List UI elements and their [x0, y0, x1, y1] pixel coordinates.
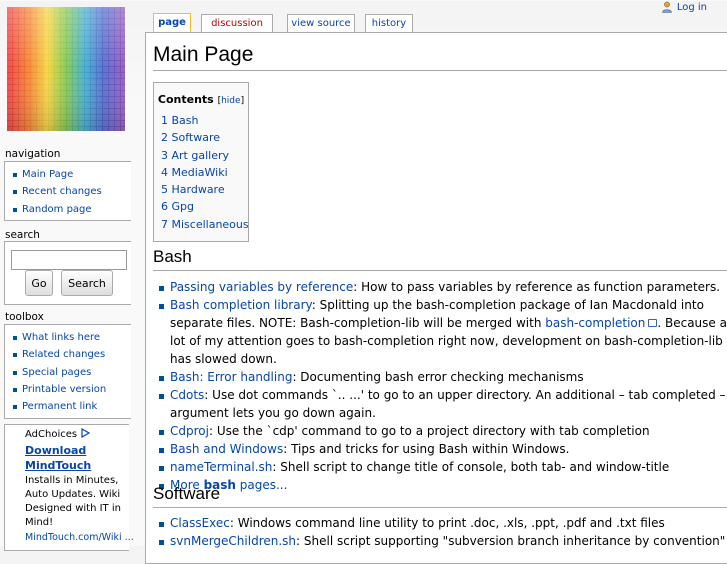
- list-item: ClassExec: Windows command line utility …: [158, 514, 727, 532]
- ad-title-link[interactable]: Download MindTouch: [25, 443, 125, 473]
- adchoices-icon: [81, 427, 91, 439]
- ad-box[interactable]: AdChoices Download MindTouch Installs in…: [4, 424, 134, 551]
- login-link[interactable]: Log in: [677, 2, 707, 13]
- content-area: Main Page Contents [hide] 1 Bash 2 Softw…: [145, 32, 727, 564]
- toc-item[interactable]: 6 Gpg: [161, 198, 248, 215]
- external-link[interactable]: bash-completion: [545, 316, 657, 330]
- sidebar-item-main-page[interactable]: Main Page: [11, 166, 131, 183]
- toolbox-title: toolbox: [5, 311, 44, 323]
- title-divider: [153, 70, 727, 71]
- toc-item[interactable]: 5 Hardware: [161, 181, 248, 198]
- list-item: svnMergeChildren.sh: Shell script suppor…: [158, 532, 727, 550]
- bash-link[interactable]: Cdots: [170, 388, 204, 402]
- sidebar-item-related-changes[interactable]: Related changes: [11, 346, 131, 363]
- toc-item[interactable]: 4 MediaWiki: [161, 164, 248, 181]
- section-divider: [153, 270, 727, 271]
- adchoices-label[interactable]: AdChoices: [25, 427, 91, 442]
- toolbox-portlet: What links here Related changes Special …: [4, 324, 131, 419]
- bash-link[interactable]: Bash completion library: [170, 298, 312, 312]
- search-input[interactable]: [11, 250, 127, 270]
- toc-heading: Contents: [157, 93, 214, 106]
- page-title: Main Page: [153, 43, 254, 66]
- sidebar-item-printable-version[interactable]: Printable version: [11, 381, 131, 398]
- table-of-contents: Contents [hide] 1 Bash 2 Software 3 Art …: [153, 82, 249, 242]
- search-button[interactable]: Search: [61, 270, 113, 296]
- list-item: Cdots: Use dot commands `.. ...' to go t…: [158, 386, 727, 422]
- tab-page[interactable]: page: [153, 13, 191, 33]
- list-item: More bash pages...: [158, 476, 727, 494]
- toc-list: 1 Bash 2 Software 3 Art gallery 4 MediaW…: [154, 112, 249, 233]
- list-item: Bash completion library: Splitting up th…: [158, 296, 727, 368]
- list-item: Cdproj: Use the `cdp' command to go to a…: [158, 422, 727, 440]
- software-link[interactable]: svnMergeChildren.sh: [170, 534, 296, 548]
- tab-history[interactable]: history: [365, 14, 413, 32]
- ad-url[interactable]: MindTouch.com/Wiki ...: [25, 531, 134, 545]
- bash-link[interactable]: Bash and Windows: [170, 442, 283, 456]
- ad-text: Installs in Minutes, Auto Updates. Wiki …: [25, 475, 121, 528]
- sidebar-item-special-pages[interactable]: Special pages: [11, 364, 131, 381]
- section-divider: [153, 507, 727, 508]
- list-item: Passing variables by reference: How to p…: [158, 278, 727, 296]
- software-link[interactable]: ClassExec: [170, 516, 230, 530]
- navigation-title: navigation: [5, 148, 61, 160]
- search-title: search: [5, 229, 40, 241]
- toc-item[interactable]: 2 Software: [161, 129, 248, 146]
- sidebar-item-permanent-link[interactable]: Permanent link: [11, 398, 131, 415]
- search-portlet: Go Search: [4, 241, 131, 305]
- sidebar-item-what-links-here[interactable]: What links here: [11, 329, 131, 346]
- go-button[interactable]: Go: [25, 270, 53, 296]
- personal-tools: Log in: [661, 0, 707, 14]
- list-item: Bash and Windows: Tips and tricks for us…: [158, 440, 727, 458]
- toc-item[interactable]: 3 Art gallery: [161, 147, 248, 164]
- tab-discussion[interactable]: discussion: [201, 14, 273, 32]
- bash-link[interactable]: Bash: Error handling: [170, 370, 292, 384]
- navigation-portlet: Main Page Recent changes Random page: [4, 161, 131, 221]
- list-item: Bash: Error handling: Documenting bash e…: [158, 368, 727, 386]
- bash-list: Passing variables by reference: How to p…: [158, 278, 727, 494]
- list-item: nameTerminal.sh: Shell script to change …: [158, 458, 727, 476]
- user-icon: [662, 1, 672, 13]
- sidebar-item-random-page[interactable]: Random page: [11, 201, 131, 218]
- bash-link[interactable]: Cdproj: [170, 424, 209, 438]
- bash-link[interactable]: nameTerminal.sh: [170, 460, 272, 474]
- bash-link[interactable]: Passing variables by reference: [170, 280, 353, 294]
- toc-title: Contents [hide]: [157, 93, 245, 106]
- tab-view-source[interactable]: view source: [287, 14, 355, 32]
- toc-hide-link[interactable]: hide: [221, 96, 240, 106]
- section-heading-software: Software: [153, 484, 221, 503]
- sidebar-item-recent-changes[interactable]: Recent changes: [11, 183, 131, 200]
- site-logo[interactable]: [7, 7, 125, 131]
- section-heading-bash: Bash: [153, 247, 192, 266]
- toc-item[interactable]: 1 Bash: [161, 112, 248, 129]
- logo-mosaic-image: [7, 7, 125, 131]
- toc-item[interactable]: 7 Miscellaneous: [161, 216, 249, 233]
